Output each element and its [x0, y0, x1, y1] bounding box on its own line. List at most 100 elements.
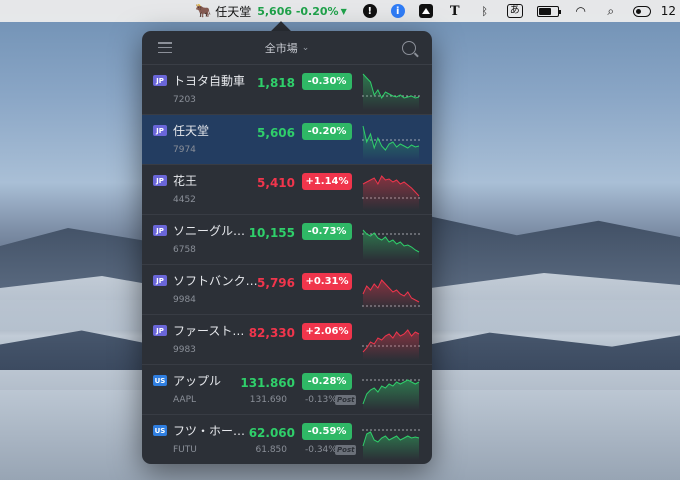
- change-badge[interactable]: -0.28%: [302, 373, 352, 390]
- bull-icon: 🐂: [195, 3, 212, 19]
- stock-code: 7203: [173, 95, 196, 105]
- stock-name: ソニーグル…: [173, 224, 246, 238]
- stock-price: 5,410: [257, 176, 295, 190]
- change-badge[interactable]: -0.20%: [302, 123, 352, 140]
- stock-name: ソフトバンク…: [173, 274, 258, 288]
- stock-price: 82,330: [248, 326, 295, 340]
- stock-name: ファースト…: [173, 324, 245, 338]
- text-tool-icon: T: [449, 3, 460, 19]
- sparkline-chart: [362, 429, 420, 460]
- spotlight-search-icon: ⌕: [607, 3, 615, 18]
- sparkline-area: [363, 74, 419, 110]
- sparkline-chart: [362, 329, 420, 360]
- menubar-item-bluetooth[interactable]: ᛒ: [477, 4, 493, 18]
- stock-price: 10,155: [248, 226, 295, 240]
- post-market-price: 61.850: [255, 445, 288, 455]
- change-badge[interactable]: +1.14%: [302, 173, 352, 190]
- sparkline-chart: [362, 125, 420, 160]
- stock-name: トヨタ自動車: [173, 74, 246, 88]
- sparkline-area: [363, 280, 419, 310]
- menubar-item-search[interactable]: ⌕: [603, 4, 619, 18]
- market-badge: JP: [153, 175, 167, 186]
- exclamation-icon: !: [362, 4, 377, 18]
- stock-code: 9984: [173, 295, 196, 305]
- menubar-stock-ticker[interactable]: 🐂 任天堂 5,606 -0.20% ▼: [195, 3, 347, 20]
- stock-code: 7974: [173, 145, 196, 155]
- post-market-price: 131.690: [249, 395, 287, 405]
- stock-code: AAPL: [173, 395, 197, 405]
- sparkline-area: [363, 432, 419, 460]
- chevron-down-icon: ⌄: [301, 42, 310, 53]
- post-market-tag: Post: [335, 395, 357, 405]
- stock-price: 131.860: [240, 376, 295, 390]
- market-badge: US: [153, 425, 167, 436]
- menubar-ticker-quote: 5,606 -0.20%: [257, 4, 339, 18]
- stock-row[interactable]: JP 花王 4452 5,410 +1.14%: [142, 165, 432, 215]
- market-badge: JP: [153, 75, 167, 86]
- drive-icon: [418, 4, 433, 18]
- stock-row[interactable]: JP ファースト… 9983 82,330 +2.06%: [142, 315, 432, 365]
- stock-price: 62.060: [248, 426, 295, 440]
- input-method-icon: あ: [506, 4, 523, 18]
- post-market-change: -0.34%: [305, 445, 337, 455]
- menubar-item-battery[interactable]: [536, 5, 561, 17]
- stock-code: 9983: [173, 345, 196, 355]
- caret-down-icon: ▼: [340, 6, 347, 16]
- control-center-icon: [632, 5, 651, 17]
- market-badge: JP: [153, 125, 167, 136]
- bluetooth-icon: ᛒ: [481, 4, 489, 18]
- menubar-ticker-name: 任天堂: [215, 4, 252, 19]
- stock-list: JP トヨタ自動車 7203 1,818 -0.30% JP 任天堂 7974 …: [142, 65, 432, 464]
- sparkline-chart: [362, 73, 420, 110]
- stock-popover: 全市場 ⌄ JP トヨタ自動車 7203 1,818 -0.30% JP 任天堂…: [142, 31, 432, 464]
- wifi-icon: ◠: [575, 4, 586, 18]
- menubar-item-text[interactable]: T: [447, 3, 463, 19]
- menubar-item-wifi[interactable]: ◠: [573, 4, 589, 18]
- post-market-change: -0.13%: [305, 395, 337, 405]
- stock-row[interactable]: JP 任天堂 7974 5,606 -0.20%: [142, 115, 432, 165]
- list-menu-icon[interactable]: [158, 42, 172, 53]
- menubar-item-input[interactable]: あ: [506, 4, 523, 18]
- stock-name: 任天堂: [173, 124, 210, 138]
- search-icon[interactable]: [401, 40, 416, 55]
- stock-code: FUTU: [173, 445, 197, 455]
- change-badge[interactable]: -0.59%: [302, 423, 352, 440]
- market-badge: JP: [153, 225, 167, 236]
- menubar-clock[interactable]: 12: [661, 4, 676, 18]
- change-badge[interactable]: -0.73%: [302, 223, 352, 240]
- stock-row[interactable]: US アップル AAPL 131.860 -0.28% 131.690 -0.1…: [142, 365, 432, 415]
- stock-row[interactable]: US フツ・ホー… FUTU 62.060 -0.59% 61.850 -0.3…: [142, 415, 432, 464]
- menubar-item-dark[interactable]: !: [362, 4, 377, 18]
- stock-price: 5,796: [257, 276, 295, 290]
- market-filter-label: 全市場: [264, 41, 298, 55]
- info-icon: i: [390, 4, 405, 18]
- stock-code: 4452: [173, 195, 196, 205]
- market-filter-dropdown[interactable]: 全市場 ⌄: [265, 40, 310, 56]
- sparkline-chart: [362, 229, 420, 260]
- stock-name: アップル: [173, 374, 222, 388]
- stock-row[interactable]: JP ソニーグル… 6758 10,155 -0.73%: [142, 215, 432, 265]
- menubar-item-info[interactable]: i: [390, 4, 405, 18]
- change-badge[interactable]: +2.06%: [302, 323, 352, 340]
- sparkline-area: [363, 230, 419, 260]
- market-badge: JP: [153, 325, 167, 336]
- market-badge: US: [153, 375, 167, 386]
- stock-code: 6758: [173, 245, 196, 255]
- menubar-item-control[interactable]: [632, 5, 651, 17]
- popover-header: 全市場 ⌄: [142, 31, 432, 65]
- stock-name: 花王: [173, 174, 198, 188]
- sparkline-chart: [362, 175, 420, 210]
- market-badge: JP: [153, 275, 167, 286]
- stock-price: 1,818: [257, 76, 295, 90]
- post-market-tag: Post: [335, 445, 357, 455]
- change-badge[interactable]: +0.31%: [302, 273, 352, 290]
- stock-price: 5,606: [257, 126, 295, 140]
- sparkline-chart: [362, 379, 420, 410]
- stock-row[interactable]: JP ソフトバンク… 9984 5,796 +0.31%: [142, 265, 432, 315]
- stock-name: フツ・ホー…: [173, 424, 246, 438]
- menu-bar: 🐂 任天堂 5,606 -0.20% ▼ ! i T ᛒ あ ◠ ⌕ 12: [0, 0, 680, 22]
- menubar-item-drive[interactable]: [418, 4, 433, 18]
- sparkline-chart: [362, 279, 420, 310]
- stock-row[interactable]: JP トヨタ自動車 7203 1,818 -0.30%: [142, 65, 432, 115]
- change-badge[interactable]: -0.30%: [302, 73, 352, 90]
